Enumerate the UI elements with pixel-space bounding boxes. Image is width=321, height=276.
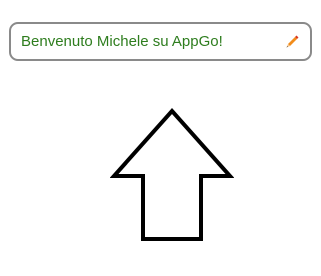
- app-screen: Benvenuto Michele su AppGo!: [0, 0, 321, 276]
- pencil-icon[interactable]: [284, 34, 300, 50]
- greeting-field[interactable]: Benvenuto Michele su AppGo!: [9, 22, 312, 61]
- greeting-text: Benvenuto Michele su AppGo!: [21, 33, 223, 50]
- up-arrow-icon: [110, 108, 234, 241]
